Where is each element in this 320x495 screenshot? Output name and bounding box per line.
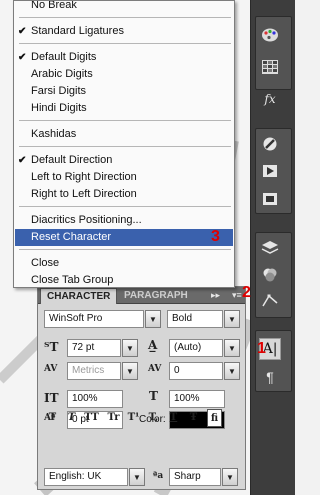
fx-icon[interactable]: fx [259, 88, 281, 110]
menu-separator [19, 120, 231, 121]
checkmark-icon: ✔ [18, 26, 27, 37]
language-field[interactable]: English: UK [44, 468, 128, 486]
callout-2: 2 [242, 284, 251, 301]
menu-item-label: Left to Right Direction [31, 171, 137, 183]
menu-separator [19, 206, 231, 207]
strikethrough-button[interactable]: Ŧ [186, 409, 201, 427]
antialias-dropdown[interactable]: ▼ [222, 468, 238, 486]
font-style-dropdown[interactable]: ▼ [224, 310, 240, 328]
menu-item-label: Hindi Digits [31, 102, 87, 114]
layers-icon[interactable] [259, 236, 281, 258]
font-family-dropdown[interactable]: ▼ [145, 310, 161, 328]
menu-separator [19, 146, 231, 147]
menu-item-label: Reset Character [31, 231, 112, 243]
underline-button[interactable]: T [166, 409, 181, 427]
menu-item-reset-character[interactable]: Reset Character [15, 229, 233, 246]
collapse-panel-button[interactable]: ▸▸ [211, 289, 220, 301]
menu-item-label: Farsi Digits [31, 85, 87, 97]
antialias-icon: ªa [153, 471, 164, 481]
swatches-icon[interactable] [259, 56, 281, 78]
menu-item-standard-ligatures[interactable]: ✔ Standard Ligatures [15, 23, 233, 40]
panel-tab-bar: CHARACTER PARAGRAPH ▸▸ ▾≡ [38, 287, 245, 304]
kerning-icon: AV [44, 364, 58, 374]
leading-field[interactable]: (Auto) [169, 339, 223, 357]
kerning-dropdown[interactable]: ▼ [122, 362, 138, 380]
menu-item-label: Kashidas [31, 128, 77, 140]
tab-character[interactable]: CHARACTER [40, 288, 117, 304]
menu-item-arabic-digits[interactable]: Arabic Digits [15, 66, 233, 83]
font-size-field[interactable]: 72 pt [67, 339, 121, 357]
horizontal-scale-icon: T [149, 389, 158, 403]
menu-item-label: Standard Ligatures [31, 25, 124, 37]
font-family-field[interactable]: WinSoft Pro [44, 310, 144, 328]
panel-menu-button[interactable]: ▾≡ [232, 289, 242, 301]
menu-item-label: Close [31, 257, 60, 269]
action-icon[interactable] [259, 160, 281, 182]
tab-paragraph[interactable]: PARAGRAPH [118, 288, 190, 304]
mask-icon[interactable] [259, 133, 281, 155]
checkmark-icon: ✔ [18, 155, 27, 166]
font-size-icon: ᵀT [44, 340, 59, 354]
menu-item-label: Close Tab Group [31, 274, 114, 286]
subscript-button[interactable]: T, [146, 409, 161, 427]
font-style-field[interactable]: Bold [167, 310, 223, 328]
menu-item-label: No Break [31, 0, 77, 11]
vertical-scale-field[interactable]: 100% [67, 390, 123, 408]
menu-item-right-to-left-direction[interactable]: Right to Left Direction [15, 186, 233, 203]
paths-icon[interactable] [259, 290, 281, 312]
leading-icon: A̲ [148, 338, 158, 352]
channels-icon[interactable] [259, 264, 281, 286]
kerning-field[interactable]: Metrics [67, 362, 121, 380]
all-caps-button[interactable]: TT [84, 409, 99, 427]
panel-dock: fx A| ¶ [250, 0, 295, 495]
character-panel-flyout-menu: No Break ✔ Standard Ligatures ✔ Default Digi… [13, 0, 235, 288]
menu-separator [19, 43, 231, 44]
menu-item-label: Right to Left Direction [31, 188, 137, 200]
menu-item-default-direction[interactable]: ✔ Default Direction [15, 152, 233, 169]
vertical-scale-icon: IT [44, 391, 59, 405]
palette-icon[interactable] [259, 24, 281, 46]
faux-bold-button[interactable]: T [45, 409, 60, 427]
menu-item-hindi-digits[interactable]: Hindi Digits [15, 100, 233, 117]
menu-item-close[interactable]: Close [15, 255, 233, 272]
horizontal-scale-field[interactable]: 100% [169, 390, 225, 408]
checkmark-icon: ✔ [18, 52, 27, 63]
leading-dropdown[interactable]: ▼ [224, 339, 240, 357]
menu-item-label: Arabic Digits [31, 68, 93, 80]
faux-italic-button[interactable]: T [64, 409, 79, 427]
tracking-icon: AV [148, 364, 162, 374]
menu-item-close-tab-group[interactable]: Close Tab Group [15, 272, 233, 287]
menu-item-label: Default Direction [31, 154, 113, 166]
menu-separator [19, 249, 231, 250]
menu-item-kashidas[interactable]: Kashidas [15, 126, 233, 143]
tracking-dropdown[interactable]: ▼ [224, 362, 240, 380]
font-size-dropdown[interactable]: ▼ [122, 339, 138, 357]
frame-icon[interactable] [259, 188, 281, 210]
menu-item-no-break[interactable]: No Break [15, 0, 233, 14]
ligatures-button[interactable]: fi [207, 409, 222, 427]
menu-item-left-to-right-direction[interactable]: Left to Right Direction [15, 169, 233, 186]
callout-1: 1 [257, 340, 266, 357]
menu-item-label: Diacritics Positioning... [31, 214, 142, 226]
menu-item-diacritics-positioning[interactable]: Diacritics Positioning... [15, 212, 233, 229]
menu-item-default-digits[interactable]: ✔ Default Digits [15, 49, 233, 66]
language-dropdown[interactable]: ▼ [129, 468, 145, 486]
menu-item-farsi-digits[interactable]: Farsi Digits [15, 83, 233, 100]
superscript-button[interactable]: T¹ [126, 409, 141, 427]
menu-separator [19, 17, 231, 18]
small-caps-button[interactable]: Tr [106, 409, 121, 427]
paragraph-icon[interactable]: ¶ [259, 366, 281, 388]
callout-3: 3 [211, 228, 220, 245]
antialias-field[interactable]: Sharp [169, 468, 221, 486]
tracking-field[interactable]: 0 [169, 362, 223, 380]
menu-item-label: Default Digits [31, 51, 97, 63]
